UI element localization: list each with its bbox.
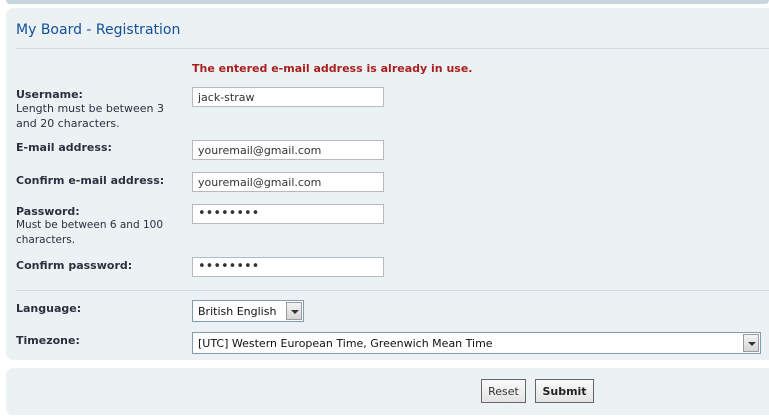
password-label-block: Password: Must be between 6 and 100 char… (16, 205, 186, 248)
top-strip (6, 0, 769, 4)
email-label-block: E-mail address: (16, 141, 186, 154)
divider (16, 290, 769, 291)
submit-button[interactable]: Submit (535, 379, 594, 403)
confirm-email-label-block: Confirm e-mail address: (16, 174, 186, 187)
confirm-email-input[interactable] (192, 172, 384, 192)
divider (16, 48, 769, 49)
language-label-block: Language: (16, 302, 186, 315)
username-hint: Length must be between 3 and 20 characte… (16, 102, 164, 130)
reset-button[interactable]: Reset (481, 379, 526, 403)
actions-panel: Reset Submit (6, 368, 769, 415)
password-hint: Must be between 6 and 100 characters. (16, 219, 163, 246)
timezone-select[interactable]: [UTC] Western European Time, Greenwich M… (192, 332, 761, 354)
registration-panel: My Board - Registration The entered e-ma… (6, 8, 769, 360)
language-label: Language: (16, 302, 82, 315)
username-label: Username: (16, 88, 83, 101)
password-label: Password: (16, 205, 80, 218)
page-title: My Board - Registration (16, 22, 181, 38)
confirm-password-label-block: Confirm password: (16, 259, 186, 272)
language-selected: British English (198, 305, 277, 318)
timezone-label: Timezone: (16, 334, 80, 347)
email-input[interactable] (192, 140, 384, 160)
timezone-label-block: Timezone: (16, 334, 186, 347)
timezone-selected: [UTC] Western European Time, Greenwich M… (198, 337, 493, 350)
confirm-email-label: Confirm e-mail address: (16, 174, 165, 187)
error-message: The entered e-mail address is already in… (192, 62, 473, 75)
chevron-down-icon[interactable] (743, 334, 759, 352)
confirm-password-label: Confirm password: (16, 259, 133, 272)
email-label: E-mail address: (16, 141, 112, 154)
language-select[interactable]: British English (192, 300, 304, 322)
username-input[interactable] (192, 87, 384, 107)
password-input[interactable] (192, 204, 384, 224)
confirm-password-input[interactable] (192, 257, 384, 277)
username-label-block: Username: Length must be between 3 and 2… (16, 88, 186, 131)
chevron-down-icon[interactable] (286, 302, 302, 320)
